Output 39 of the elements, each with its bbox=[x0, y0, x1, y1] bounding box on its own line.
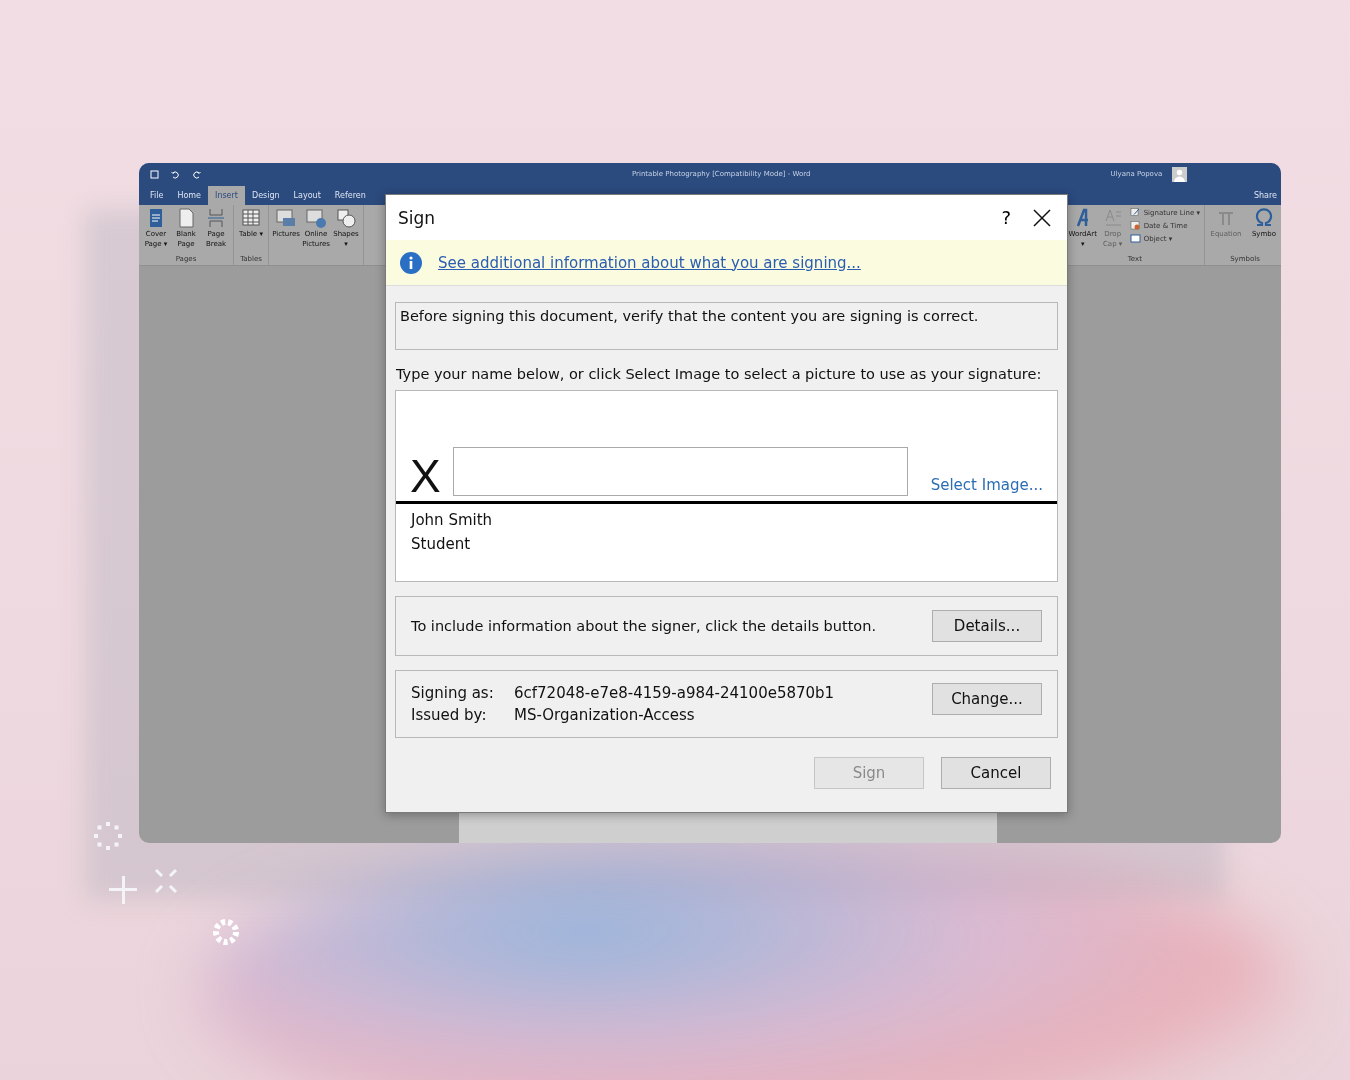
signer-name: John Smith bbox=[409, 510, 494, 531]
signing-as-value: 6cf72048-e7e8-4159-a984-24100e5870b1 bbox=[514, 684, 835, 702]
picture-globe-icon bbox=[305, 207, 327, 229]
page-break-icon bbox=[205, 207, 227, 229]
help-button[interactable]: ? bbox=[983, 207, 1029, 228]
info-icon bbox=[400, 251, 422, 274]
undo-icon bbox=[170, 168, 181, 180]
picture-icon bbox=[275, 207, 297, 229]
calendar-icon bbox=[1129, 220, 1141, 231]
verify-message: Before signing this document, verify that the content you are signing is correct. bbox=[395, 302, 1058, 350]
ribbon-tab[interactable]: Insert bbox=[208, 186, 245, 205]
dialog-title: Sign bbox=[398, 207, 437, 228]
issued-by-label: Issued by: bbox=[411, 706, 488, 724]
shapes-icon bbox=[335, 207, 357, 229]
ribbon-tab[interactable]: Referen bbox=[327, 186, 373, 205]
share-button[interactable]: Share bbox=[1249, 191, 1281, 205]
details-button[interactable]: Details... bbox=[932, 610, 1042, 642]
ribbon-tab[interactable]: Home bbox=[170, 186, 208, 205]
ribbon-tab[interactable]: Design bbox=[244, 186, 287, 205]
change-button[interactable]: Change... bbox=[932, 683, 1042, 715]
save-icon bbox=[149, 168, 160, 180]
ribbon-tab[interactable]: Layout bbox=[286, 186, 328, 205]
omega-icon bbox=[1253, 207, 1275, 229]
signature-pen-icon bbox=[1129, 207, 1141, 218]
cancel-button[interactable]: Cancel bbox=[941, 757, 1051, 789]
avatar-icon bbox=[1172, 166, 1188, 182]
table-icon bbox=[240, 207, 262, 229]
instruction-text: Type your name below, or click Select Image to select a picture to use as your signature: bbox=[396, 365, 1043, 384]
redo-icon bbox=[191, 168, 202, 180]
ribbon-tab[interactable]: File bbox=[143, 186, 171, 205]
details-text: To include information about the signer, click the details button. bbox=[411, 618, 876, 634]
signer-title: Student bbox=[410, 534, 472, 555]
signature-x-mark: X bbox=[410, 454, 441, 498]
select-image-link[interactable]: Select Image... bbox=[930, 476, 1043, 494]
close-icon bbox=[1033, 208, 1051, 227]
issued-by-value: MS-Organization-Access bbox=[514, 706, 696, 724]
object-icon bbox=[1129, 233, 1141, 244]
signature-input[interactable] bbox=[452, 447, 908, 496]
signing-as-label: Signing as: bbox=[411, 684, 495, 702]
